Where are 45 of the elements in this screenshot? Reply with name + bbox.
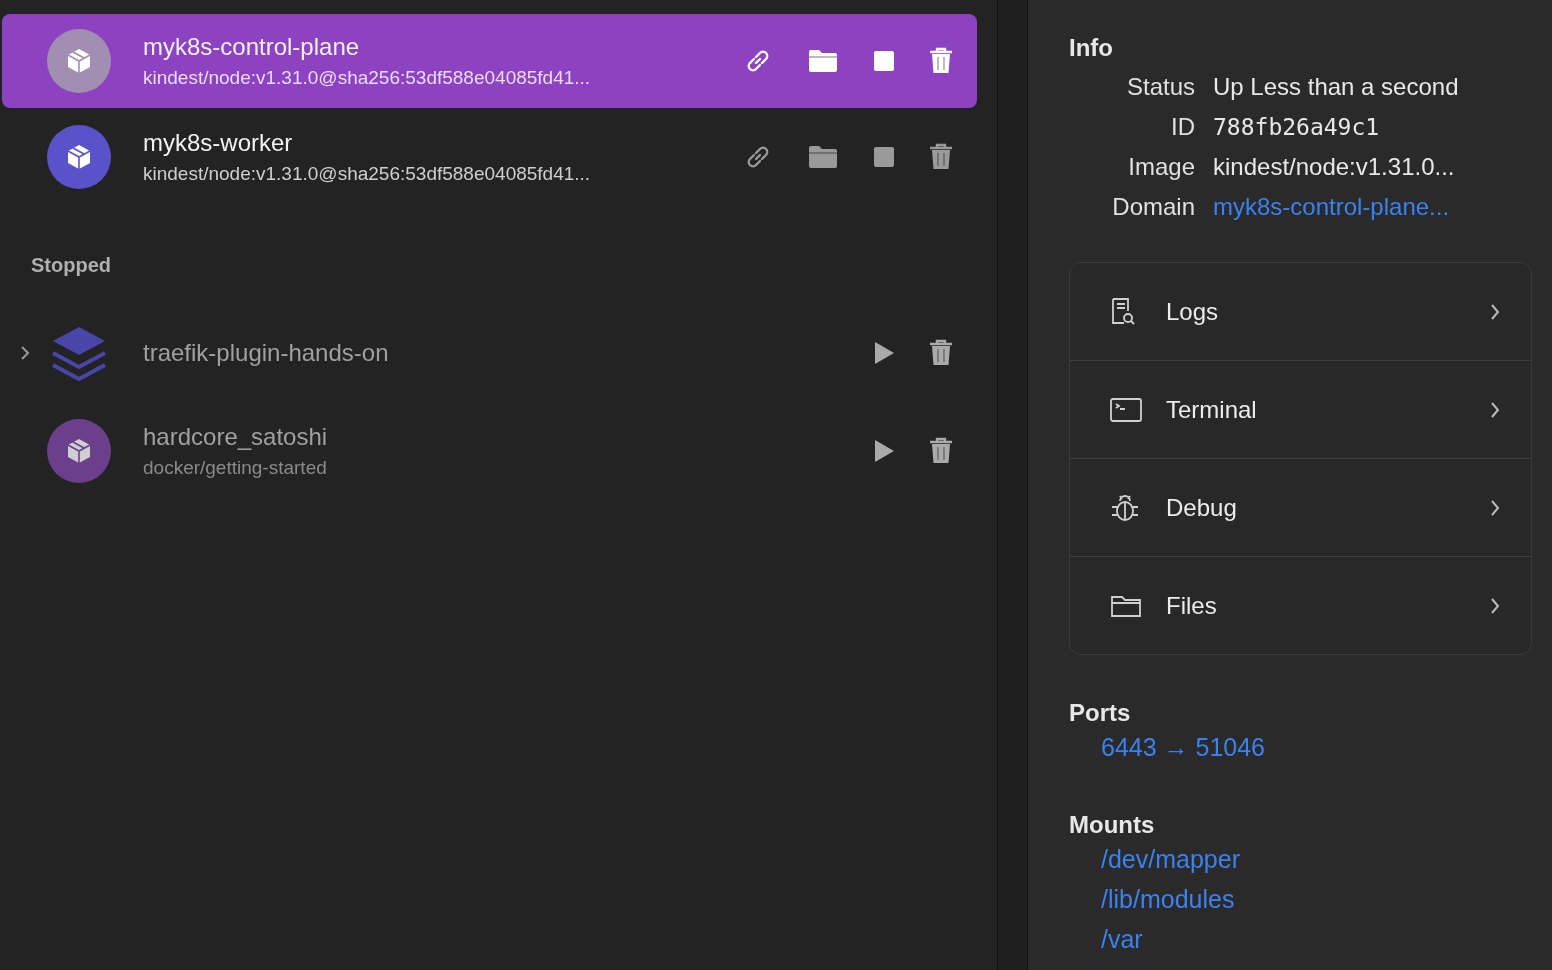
play-icon[interactable] xyxy=(873,439,895,463)
mount-link[interactable]: /var xyxy=(1101,919,1143,959)
container-name: myk8s-control-plane xyxy=(143,33,361,61)
info-value: 788fb26a49c1 xyxy=(1213,113,1381,142)
stop-icon[interactable] xyxy=(873,146,895,168)
mount-link[interactable]: /dev/mapper xyxy=(1101,839,1240,879)
container-name: myk8s-worker xyxy=(143,129,294,157)
info-label: Image xyxy=(1127,152,1195,182)
info-label: Status xyxy=(1125,72,1195,102)
section-title: Ports xyxy=(1069,699,1132,727)
section-header: Stopped xyxy=(31,254,111,277)
container-name: traefik-plugin-hands-on xyxy=(143,339,390,367)
trash-icon[interactable] xyxy=(929,47,953,75)
section-title: Mounts xyxy=(1069,811,1156,839)
port-link[interactable]: 6443 → 51046 xyxy=(1101,727,1266,767)
trash-icon[interactable] xyxy=(929,339,953,367)
chevron-icon[interactable] xyxy=(19,345,30,361)
container-row[interactable]: hardcore_satoshi docker/getting-started xyxy=(2,403,977,499)
container-image: docker/getting-started xyxy=(143,457,328,479)
container-row[interactable]: myk8s-control-plane kindest/node:v1.31.0@sha256:53df588e04085fd41... xyxy=(2,14,977,108)
action-item[interactable]: Files xyxy=(1070,556,1531,654)
section-title: Info xyxy=(1069,34,1114,62)
info-label: ID xyxy=(1170,112,1195,142)
play-icon[interactable] xyxy=(873,341,895,365)
info-value: Up Less than a second xyxy=(1213,72,1459,102)
trash-icon[interactable] xyxy=(929,437,953,465)
bug-icon xyxy=(1110,492,1140,523)
container-image: kindest/node:v1.31.0@sha256:53df588e04085fd41... xyxy=(143,163,592,185)
terminal-icon xyxy=(1110,396,1142,423)
action-item[interactable]: Logs xyxy=(1070,263,1531,360)
trash-icon[interactable] xyxy=(929,143,953,171)
folder-icon[interactable] xyxy=(807,144,839,170)
info-label: Domain xyxy=(1111,192,1195,222)
info-value: kindest/node:v1.31.0... xyxy=(1213,152,1456,182)
stop-icon[interactable] xyxy=(873,50,895,72)
folder-icon[interactable] xyxy=(807,48,839,74)
action-item[interactable]: Debug xyxy=(1070,458,1531,556)
container-row[interactable]: myk8s-worker kindest/node:v1.31.0@sha256:53df588e04085fd41... xyxy=(2,110,977,204)
container-image: kindest/node:v1.31.0@sha256:53df588e04085fd41... xyxy=(143,67,592,89)
container-row[interactable]: traefik-plugin-hands-on xyxy=(2,305,977,401)
container-name: hardcore_satoshi xyxy=(143,423,329,451)
mount-link[interactable]: /lib/modules xyxy=(1101,879,1235,919)
action-item[interactable]: Terminal xyxy=(1070,360,1531,458)
domain-link[interactable]: myk8s-control-plane... xyxy=(1213,192,1459,222)
document-search-icon xyxy=(1110,296,1136,327)
